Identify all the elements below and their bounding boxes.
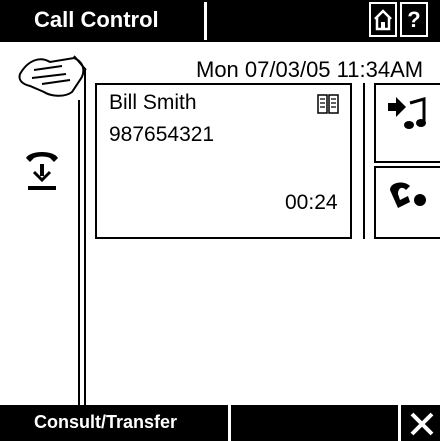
title-divider [204, 2, 207, 40]
softkey-consult-transfer[interactable]: Consult/Transfer [34, 412, 177, 433]
line-connector [84, 70, 86, 405]
datetime-display: Mon 07/03/05 11:34AM [196, 57, 424, 82]
consult-transfer-icon [390, 182, 426, 208]
call-timer: 00:24 [285, 191, 338, 214]
softkey-divider [228, 405, 231, 441]
caller-name: Bill Smith [109, 91, 197, 114]
close-icon[interactable] [408, 410, 436, 438]
consult-transfer-button[interactable] [374, 166, 440, 239]
help-button[interactable]: ? [400, 2, 428, 37]
title-bar: Call Control ? [0, 0, 440, 42]
line-connector [78, 100, 80, 405]
home-button[interactable] [369, 2, 397, 37]
phonebook-icon [317, 94, 339, 114]
hold-icon [26, 152, 58, 190]
help-label: ? [407, 6, 421, 32]
page-title: Call Control [34, 7, 159, 32]
caller-number: 987654321 [109, 123, 215, 146]
softkey-divider [398, 405, 401, 441]
phone-line-icon [18, 55, 87, 97]
panel-divider [363, 83, 365, 239]
home-icon [374, 8, 392, 30]
softkey-bar: Consult/Transfer [0, 405, 440, 441]
call-info-panel[interactable]: Bill Smith 987654321 00:24 [95, 83, 352, 239]
forward-button[interactable] [374, 83, 440, 163]
forward-to-voicemail-icon [388, 97, 426, 129]
